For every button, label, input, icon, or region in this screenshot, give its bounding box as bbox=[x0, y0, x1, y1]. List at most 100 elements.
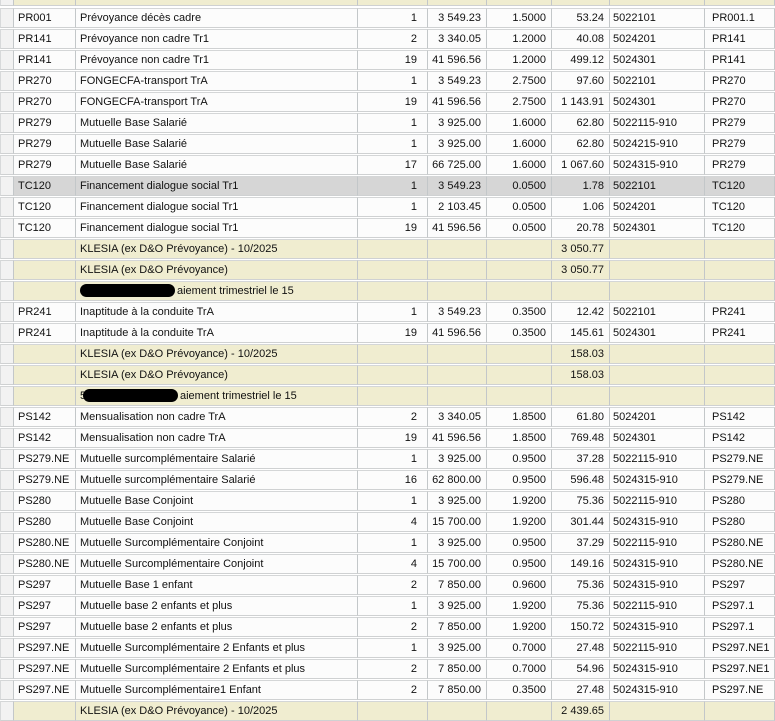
cell-base: 15 700.00 bbox=[428, 512, 487, 532]
table-row[interactable]: TC120 Financement dialogue social Tr1 19 41… bbox=[0, 218, 775, 238]
cell-code: PR279 bbox=[14, 155, 76, 175]
row-margin-cell bbox=[0, 302, 14, 322]
table-row[interactable]: PR279 Mutuelle Base Salarié 17 66 725.00 1.6… bbox=[0, 155, 775, 175]
cell-account: 5024301 bbox=[610, 218, 705, 238]
table-row[interactable]: PS279.NE Mutuelle surcomplémentaire Salar… bbox=[0, 449, 775, 469]
cell-ref: PR141 bbox=[705, 29, 775, 49]
cell-ref: PR241 bbox=[705, 302, 775, 322]
cell-code: PS279.NE bbox=[14, 470, 76, 490]
cell-base: 3 925.00 bbox=[428, 449, 487, 469]
cell-label: KLESIA (ex D&O Prévoyance) - 10/2025 bbox=[76, 344, 358, 364]
cell-ref: PR270 bbox=[705, 92, 775, 112]
cell-rate: 0.7000 bbox=[487, 659, 552, 679]
row-margin-cell bbox=[0, 92, 14, 112]
cell-label: Mutuelle Surcomplémentaire 2 Enfants et … bbox=[76, 638, 358, 658]
table-row[interactable]: PR279 Mutuelle Base Salarié 1 3 925.00 1.600… bbox=[0, 113, 775, 133]
cell-ref bbox=[705, 281, 775, 301]
cell-account: 5022101 bbox=[610, 8, 705, 28]
table-row[interactable]: PR241 Inaptitude à la conduite TrA 1 3 549.… bbox=[0, 302, 775, 322]
cell-label: Prévoyance décès cadre bbox=[76, 8, 358, 28]
cell-ref bbox=[705, 365, 775, 385]
table-row[interactable]: PS297.NE Mutuelle Surcomplémentaire 2 Enf… bbox=[0, 638, 775, 658]
table-row[interactable]: PS280.NE Mutuelle Surcomplémentaire Conjo… bbox=[0, 533, 775, 553]
cell-code: PR001 bbox=[14, 8, 76, 28]
cell-ref: PS279.NE bbox=[705, 449, 775, 469]
cell-code: TC120 bbox=[14, 218, 76, 238]
cell-label: Mutuelle Base Conjoint bbox=[76, 491, 358, 511]
cell-ref: PR279 bbox=[705, 155, 775, 175]
cell-rate: 0.0500 bbox=[487, 197, 552, 217]
table-row[interactable]: 5aiement trimestriel le 15 bbox=[0, 386, 775, 406]
cell-count: 19 bbox=[358, 218, 428, 238]
cell-rate bbox=[487, 386, 552, 406]
table-row[interactable]: PS297 Mutuelle base 2 enfants et plus 2 7 8… bbox=[0, 617, 775, 637]
table-row[interactable]: PR141 Prévoyance non cadre Tr1 19 41 596.56… bbox=[0, 50, 775, 70]
cell-count: 1 bbox=[358, 113, 428, 133]
table-row[interactable]: KLESIA (ex D&O Prévoyance) - 10/2025 2 43… bbox=[0, 701, 775, 721]
cell-rate: 0.3500 bbox=[487, 302, 552, 322]
cell-amount: 1.06 bbox=[552, 197, 610, 217]
table-row[interactable]: PR270 FONGECFA-transport TrA 1 3 549.23 2.75… bbox=[0, 71, 775, 91]
table-row[interactable]: aiement trimestriel le 15 bbox=[0, 281, 775, 301]
cell-rate: 1.9200 bbox=[487, 491, 552, 511]
cell-amount: 145.61 bbox=[552, 323, 610, 343]
table-row[interactable]: TC120 Financement dialogue social Tr1 1 3 5… bbox=[0, 176, 775, 196]
cell-label: Mutuelle base 2 enfants et plus bbox=[76, 596, 358, 616]
table-row[interactable]: PR241 Inaptitude à la conduite TrA 19 41 59… bbox=[0, 323, 775, 343]
cell-label: Mutuelle Base Salarié bbox=[76, 113, 358, 133]
cell-count: 1 bbox=[358, 533, 428, 553]
table-row[interactable]: PR001 Prévoyance décès cadre 1 3 549.23 1.50… bbox=[0, 8, 775, 28]
cell-label: Inaptitude à la conduite TrA bbox=[76, 302, 358, 322]
cell-base bbox=[428, 344, 487, 364]
cell-rate: 1.6000 bbox=[487, 113, 552, 133]
cell-count: 19 bbox=[358, 92, 428, 112]
cell-rate: 0.7000 bbox=[487, 638, 552, 658]
table-row[interactable]: KLESIA (ex D&O Prévoyance) - 10/2025 3 05… bbox=[0, 239, 775, 259]
cell-label: Prévoyance non cadre Tr1 bbox=[76, 29, 358, 49]
cell-ref: PS142 bbox=[705, 428, 775, 448]
row-margin-cell bbox=[0, 0, 14, 6]
cell-ref bbox=[705, 701, 775, 721]
table-row[interactable]: PS297 Mutuelle base 2 enfants et plus 1 3 9… bbox=[0, 596, 775, 616]
table-row[interactable]: PS142 Mensualisation non cadre TrA 19 41 59… bbox=[0, 428, 775, 448]
table-row[interactable]: PR270 FONGECFA-transport TrA 19 41 596.56 2.… bbox=[0, 92, 775, 112]
cell-label: Mutuelle Base Salarié bbox=[76, 155, 358, 175]
table-row[interactable]: KLESIA (ex D&O Prévoyance) 158.03 bbox=[0, 365, 775, 385]
cell-account: 5024315-910 bbox=[610, 617, 705, 637]
table-row[interactable]: KLESIA (ex D&O Prévoyance) 3 050.77 bbox=[0, 260, 775, 280]
cell-label: Mutuelle Surcomplémentaire1 Enfant bbox=[76, 680, 358, 700]
table-row[interactable]: PR141 Prévoyance non cadre Tr1 2 3 340.05 1.… bbox=[0, 29, 775, 49]
cell-base bbox=[428, 365, 487, 385]
cell-count: 2 bbox=[358, 407, 428, 427]
cell-account: 5024201 bbox=[610, 197, 705, 217]
table-row[interactable]: PS280.NE Mutuelle Surcomplémentaire Conjo… bbox=[0, 554, 775, 574]
cell-base: 3 925.00 bbox=[428, 134, 487, 154]
cell-amount: 1 143.91 bbox=[552, 92, 610, 112]
cell-count: 1 bbox=[358, 8, 428, 28]
table-row[interactable]: TC120 Financement dialogue social Tr1 1 2 1… bbox=[0, 197, 775, 217]
cell-count: 1 bbox=[358, 449, 428, 469]
table-row[interactable]: PS297.NE Mutuelle Surcomplémentaire1 Enfa… bbox=[0, 680, 775, 700]
table-row[interactable]: KLESIA (ex D&O Prévoyance) - 10/2025 158.… bbox=[0, 344, 775, 364]
cell-code: TC120 bbox=[14, 197, 76, 217]
table-row[interactable]: PS297 Mutuelle Base 1 enfant 2 7 850.00 0.96… bbox=[0, 575, 775, 595]
cell-rate: 1.9200 bbox=[487, 512, 552, 532]
table-row[interactable]: PS280 Mutuelle Base Conjoint 1 3 925.00 1.92… bbox=[0, 491, 775, 511]
table-body: PR001 Prévoyance décès cadre 1 3 549.23 1.50… bbox=[0, 8, 775, 721]
cell-count: 1 bbox=[358, 176, 428, 196]
cell-amount: 158.03 bbox=[552, 365, 610, 385]
cell-amount: 769.48 bbox=[552, 428, 610, 448]
cell-count: 4 bbox=[358, 512, 428, 532]
cell-ref: PS297 bbox=[705, 575, 775, 595]
cell-base: 3 925.00 bbox=[428, 533, 487, 553]
table-row[interactable]: PS297.NE Mutuelle Surcomplémentaire 2 Enf… bbox=[0, 659, 775, 679]
table-row[interactable]: PS279.NE Mutuelle surcomplémentaire Salar… bbox=[0, 470, 775, 490]
cell-account bbox=[610, 365, 705, 385]
cell-account bbox=[610, 239, 705, 259]
row-margin-cell bbox=[0, 701, 14, 721]
table-row[interactable]: PS280 Mutuelle Base Conjoint 4 15 700.00 1.9… bbox=[0, 512, 775, 532]
cell-account: 5024315-910 bbox=[610, 659, 705, 679]
table-row[interactable]: PS142 Mensualisation non cadre TrA 2 3 340.… bbox=[0, 407, 775, 427]
cell-account: 5024301 bbox=[610, 92, 705, 112]
table-row[interactable]: PR279 Mutuelle Base Salarié 1 3 925.00 1.600… bbox=[0, 134, 775, 154]
